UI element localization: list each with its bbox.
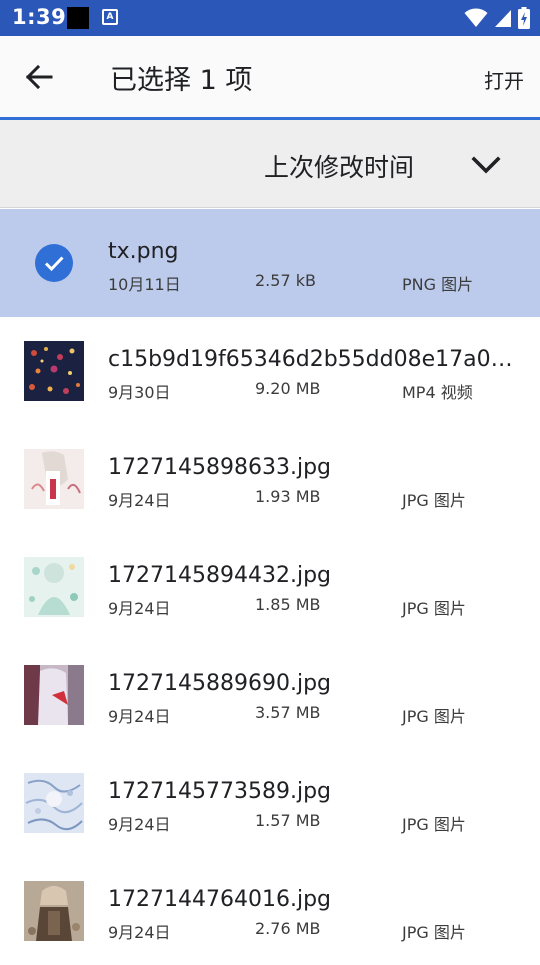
file-thumbnail [24,557,84,617]
file-row[interactable]: 1727145894432.jpg 9月24日 1.85 MB JPG 图片 [0,533,540,641]
open-button[interactable]: 打开 [484,65,524,94]
black-square-icon [67,7,89,29]
file-date: 9月24日 [108,923,171,942]
file-size: 3.57 MB [255,703,321,722]
arrow-back-icon [25,64,53,90]
text-a-icon: A [102,9,118,25]
file-row[interactable]: 1727145889690.jpg 9月24日 3.57 MB JPG 图片 [0,641,540,749]
file-size: 9.20 MB [255,379,321,398]
file-thumbnail [24,881,84,941]
status-time: 1:39 [12,5,67,29]
file-size: 2.57 kB [255,271,316,290]
battery-icon [518,7,530,29]
file-name: 1727145894432.jpg [108,563,331,588]
signal-icon [495,10,511,27]
file-thumbnail [24,773,84,833]
app-bar: 已选择 1 项 打开 [0,36,540,117]
back-button[interactable] [20,58,58,96]
file-date: 9月30日 [108,383,171,402]
sort-label: 上次修改时间 [264,153,415,182]
file-name: tx.png [108,239,179,264]
file-row[interactable]: 1727144764016.jpg 9月24日 2.76 MB JPG 图片 [0,857,540,965]
file-type: JPG 图片 [402,707,466,726]
file-date: 9月24日 [108,815,171,834]
file-thumbnail [24,341,84,401]
file-size: 1.85 MB [255,595,321,614]
file-size: 1.57 MB [255,811,321,830]
file-row[interactable]: 1727145773589.jpg 9月24日 1.57 MB JPG 图片 [0,749,540,857]
status-bar: 1:39 A [0,0,540,36]
file-type: JPG 图片 [402,815,466,834]
file-list: tx.png 10月11日 2.57 kB PNG 图片 c15b9d19f65… [0,209,540,965]
file-date: 9月24日 [108,599,171,618]
status-icons [464,7,530,29]
file-row[interactable]: tx.png 10月11日 2.57 kB PNG 图片 [0,209,540,317]
sort-dropdown[interactable]: 上次修改时间 [0,120,540,208]
file-name: 1727145889690.jpg [108,671,331,696]
file-thumbnail [24,665,84,725]
file-date: 10月11日 [108,275,181,294]
file-name: 1727144764016.jpg [108,887,331,912]
file-type: PNG 图片 [402,275,474,294]
page-title: 已选择 1 项 [110,65,253,96]
file-row[interactable]: c15b9d19f65346d2b55dd08e17a0b3… 9月30日 9.… [0,317,540,425]
wifi-icon [464,8,488,27]
file-type: JPG 图片 [402,491,466,510]
file-name: 1727145898633.jpg [108,455,331,480]
file-type: MP4 视频 [402,383,473,402]
file-type: JPG 图片 [402,923,466,942]
file-type: JPG 图片 [402,599,466,618]
file-name: c15b9d19f65346d2b55dd08e17a0b3… [108,347,520,372]
chevron-down-icon [471,156,501,174]
file-size: 2.76 MB [255,919,321,938]
file-date: 9月24日 [108,491,171,510]
file-date: 9月24日 [108,707,171,726]
file-size: 1.93 MB [255,487,321,506]
checkmark-icon [35,244,73,282]
file-row[interactable]: 1727145898633.jpg 9月24日 1.93 MB JPG 图片 [0,425,540,533]
file-thumbnail [24,449,84,509]
file-name: 1727145773589.jpg [108,779,331,804]
